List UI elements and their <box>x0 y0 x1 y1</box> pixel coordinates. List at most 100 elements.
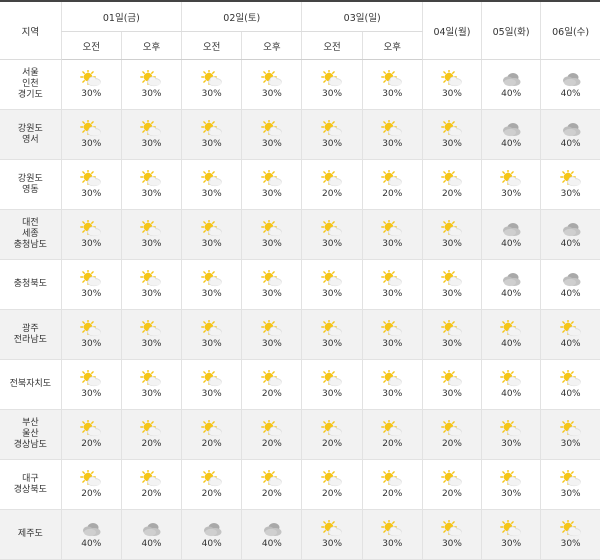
partly-cloudy-icon <box>559 520 582 538</box>
partly-cloudy-icon <box>381 420 403 438</box>
partly-cloudy-icon <box>381 220 403 238</box>
forecast-cell: 30% <box>301 359 363 410</box>
partly-cloudy-icon <box>260 70 283 88</box>
forecast-cell: 30% <box>120 309 182 360</box>
region-name-line: 울산 <box>22 429 39 439</box>
precipitation-probability: 40% <box>560 139 581 149</box>
precipitation-probability: 30% <box>382 239 403 249</box>
forecast-cell: 40% <box>481 209 541 260</box>
partly-cloudy-icon <box>441 470 463 488</box>
partly-cloudy-icon <box>441 270 463 288</box>
slot-header-am: 오전 <box>181 31 242 60</box>
precipitation-probability: 30% <box>441 289 462 299</box>
partly-cloudy-icon <box>260 370 283 388</box>
region-name-line: 세종 <box>22 229 39 239</box>
region-name-line: 대전 <box>22 218 39 228</box>
partly-cloudy-icon <box>321 170 343 188</box>
partly-cloudy-icon <box>559 420 582 438</box>
forecast-cell: 30% <box>361 509 423 560</box>
precipitation-probability: 30% <box>261 239 282 249</box>
partly-cloudy-icon <box>80 170 102 188</box>
region-cell: 제주도 <box>0 509 62 560</box>
partly-cloudy-icon <box>500 170 522 188</box>
forecast-cell: 40% <box>481 259 541 310</box>
forecast-cell: 30% <box>301 109 363 160</box>
precipitation-probability: 30% <box>382 539 403 549</box>
precipitation-probability: 30% <box>81 189 102 199</box>
precipitation-probability: 40% <box>560 239 581 249</box>
cloudy-icon <box>500 120 522 138</box>
precipitation-probability: 20% <box>382 489 403 499</box>
forecast-cell: 30% <box>241 109 302 160</box>
precipitation-probability: 30% <box>261 139 282 149</box>
precipitation-probability: 30% <box>560 539 581 549</box>
forecast-cell: 30% <box>181 59 242 110</box>
partly-cloudy-icon <box>260 120 283 138</box>
precipitation-probability: 30% <box>81 239 102 249</box>
partly-cloudy-icon <box>200 270 223 288</box>
partly-cloudy-icon <box>260 320 283 338</box>
cloudy-icon <box>560 270 582 288</box>
region-name-line: 대구 <box>22 473 39 484</box>
forecast-cell: 30% <box>481 509 541 560</box>
forecast-cell: 30% <box>421 359 482 410</box>
day-header-03: 03일(일) <box>301 0 423 32</box>
region-name-line: 강원도 <box>17 173 43 184</box>
forecast-cell: 30% <box>181 209 242 260</box>
partly-cloudy-icon <box>321 470 343 488</box>
partly-cloudy-icon <box>200 320 223 338</box>
partly-cloudy-icon <box>200 370 223 388</box>
partly-cloudy-icon <box>260 270 283 288</box>
partly-cloudy-icon <box>381 170 403 188</box>
forecast-cell: 30% <box>120 109 182 160</box>
precipitation-probability: 30% <box>560 489 581 499</box>
region-name-line: 경기도 <box>17 90 43 100</box>
partly-cloudy-icon <box>441 320 463 338</box>
precipitation-probability: 40% <box>81 539 102 549</box>
forecast-cell: 30% <box>540 409 600 460</box>
precipitation-probability: 20% <box>141 439 162 449</box>
partly-cloudy-icon <box>80 70 102 88</box>
slot-header-pm: 오후 <box>120 31 182 60</box>
precipitation-probability: 20% <box>81 489 102 499</box>
precipitation-probability: 30% <box>141 89 162 99</box>
forecast-cell: 30% <box>60 359 122 410</box>
forecast-cell: 30% <box>181 159 242 210</box>
region-name-line: 인천 <box>22 79 39 89</box>
precipitation-probability: 20% <box>322 439 343 449</box>
partly-cloudy-icon <box>321 370 343 388</box>
precipitation-probability: 30% <box>81 289 102 299</box>
forecast-cell: 30% <box>120 159 182 210</box>
table-row: 서울 인천 경기도 30% 30% 30% 30% 30% 30% 30% 40% 40% <box>0 59 600 110</box>
forecast-cell: 20% <box>181 459 242 510</box>
forecast-cell: 30% <box>60 309 122 360</box>
precipitation-probability: 20% <box>201 489 222 499</box>
forecast-cell: 20% <box>241 459 302 510</box>
partly-cloudy-icon <box>140 70 162 88</box>
precipitation-probability: 30% <box>201 89 222 99</box>
precipitation-probability: 30% <box>322 539 343 549</box>
partly-cloudy-icon <box>80 270 102 288</box>
forecast-cell: 30% <box>301 309 363 360</box>
forecast-cell: 30% <box>540 159 600 210</box>
forecast-cell: 20% <box>361 159 423 210</box>
slot-header-am: 오전 <box>60 31 122 60</box>
precipitation-probability: 20% <box>322 189 343 199</box>
partly-cloudy-icon <box>381 270 403 288</box>
forecast-cell: 30% <box>361 59 423 110</box>
forecast-cell: 30% <box>421 109 482 160</box>
partly-cloudy-icon <box>321 120 343 138</box>
partly-cloudy-icon <box>381 70 403 88</box>
forecast-cell: 40% <box>481 109 541 160</box>
forecast-cell: 30% <box>120 59 182 110</box>
precipitation-probability: 30% <box>441 389 462 399</box>
precipitation-probability: 40% <box>261 539 282 549</box>
forecast-cell: 30% <box>421 309 482 360</box>
weekly-forecast-table: 지역 01일(금) 02일(토) 03일(일) 04일(월) 05일(화) 06… <box>0 0 600 560</box>
precipitation-probability: 30% <box>201 239 222 249</box>
precipitation-probability: 30% <box>322 339 343 349</box>
forecast-cell: 20% <box>361 409 423 460</box>
precipitation-probability: 30% <box>261 89 282 99</box>
partly-cloudy-icon <box>140 120 162 138</box>
forecast-cell: 40% <box>540 209 600 260</box>
